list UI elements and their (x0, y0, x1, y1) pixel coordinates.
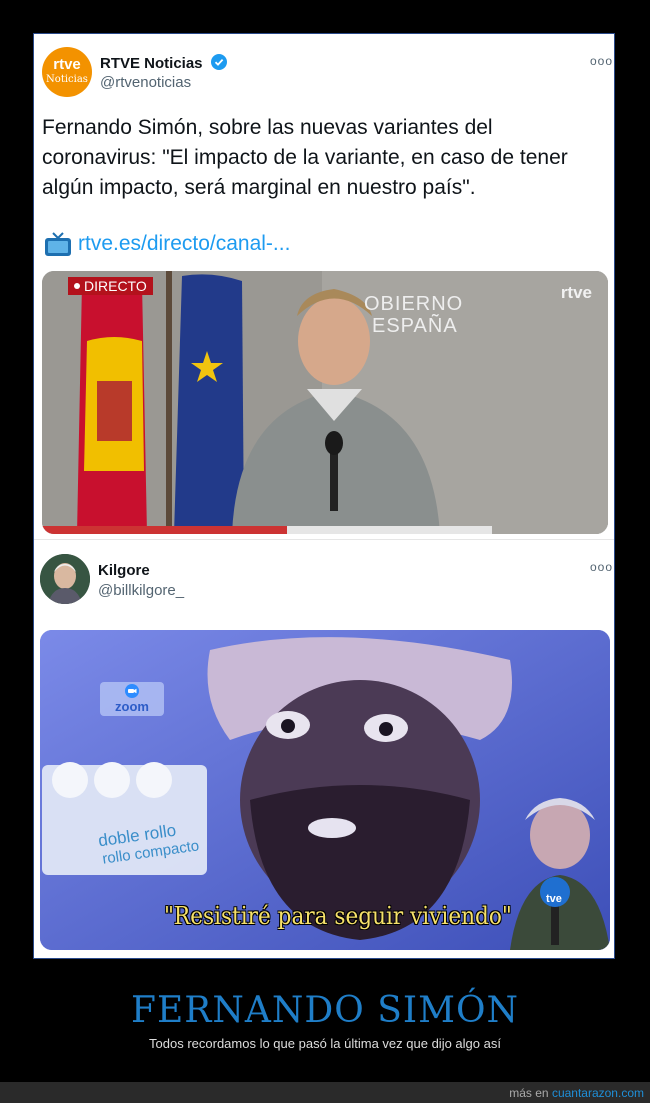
zoom-camera-icon (125, 684, 139, 698)
backdrop-text-1: OBIERNO (364, 293, 464, 315)
zoom-logo: zoom (100, 682, 164, 716)
tweet-image[interactable]: zoom doble rollo rollo compacto "Resisti… (40, 630, 610, 950)
tweet-video[interactable]: DIRECTO rtve OBIERNO ESPAÑA (42, 271, 608, 534)
avatar-text-noticias: Noticias (46, 74, 88, 85)
meme-frame: rtve Noticias RTVE Noticias @rtvenoticia… (33, 33, 615, 959)
press-conference-image (42, 271, 608, 534)
meme-caption: "Resistiré para seguir viviendo" (164, 902, 512, 930)
backdrop-text-2: ESPAÑA (372, 315, 458, 337)
site-link[interactable]: cuantarazon.com (552, 1086, 644, 1100)
more-options-icon[interactable]: ooo (590, 54, 613, 68)
tweet-kilgore[interactable]: Kilgore @billkilgore_ ooo zoom doble rol… (34, 540, 614, 958)
tweet-link[interactable]: rtve.es/directo/canal-... (78, 232, 290, 256)
author-name[interactable]: Kilgore (98, 562, 150, 579)
kilgore-avatar[interactable] (40, 554, 90, 604)
author-handle[interactable]: @rtvenoticias (100, 74, 191, 91)
author-handle[interactable]: @billkilgore_ (98, 582, 184, 599)
live-dot-icon (74, 283, 80, 289)
footer-prefix: más en (509, 1086, 549, 1100)
avatar-text-rtve: rtve (53, 56, 81, 73)
tweet-rtve[interactable]: rtve Noticias RTVE Noticias @rtvenoticia… (34, 34, 614, 539)
author-name[interactable]: RTVE Noticias (100, 54, 227, 72)
live-badge: DIRECTO (68, 277, 153, 295)
site-footer: más en cuantarazon.com (0, 1082, 650, 1103)
rtve-watermark: rtve (560, 283, 592, 302)
footer-text: más en cuantarazon.com (509, 1086, 644, 1100)
mic-logo: tve (546, 893, 562, 905)
author-name-text: RTVE Noticias (100, 55, 203, 72)
tv-icon (45, 232, 71, 256)
tweet-text: Fernando Simón, sobre las nuevas variant… (42, 116, 568, 199)
meme-subtitle: Todos recordamos lo que pasó la última v… (149, 1036, 501, 1051)
live-badge-text: DIRECTO (84, 278, 147, 294)
rtve-avatar[interactable]: rtve Noticias (42, 47, 92, 97)
meme-title: FERNANDO SIMÓN (131, 990, 519, 1031)
more-options-icon[interactable]: ooo (590, 560, 613, 574)
verified-badge-icon (210, 54, 227, 70)
zoom-label: zoom (115, 699, 149, 714)
person-portrait-icon (40, 554, 90, 604)
